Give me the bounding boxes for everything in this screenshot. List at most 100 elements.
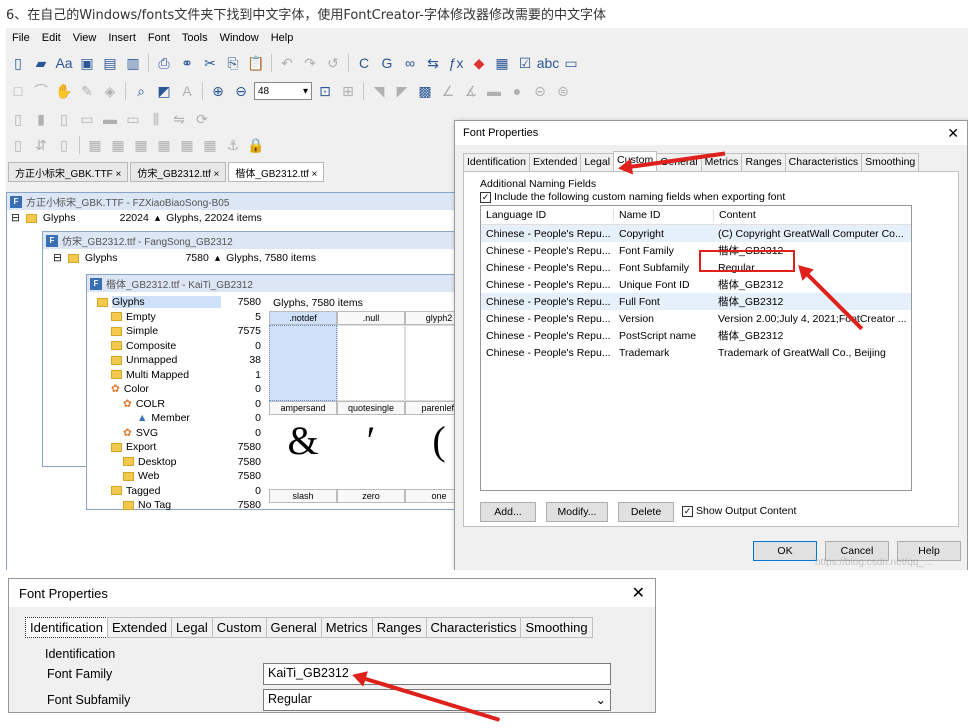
ellipse-icon[interactable]: ● (507, 81, 527, 101)
save-all-icon[interactable]: ▤ (100, 53, 120, 73)
triangle-icon[interactable]: ◥ (369, 81, 389, 101)
zoom-select[interactable]: 48 ▾ (254, 82, 312, 100)
tree-row[interactable]: Multi Mapped 1 (93, 368, 261, 383)
tree-row[interactable]: Simple 7575 (93, 324, 261, 339)
line-icon[interactable]: ∠ (438, 81, 458, 101)
glyph-preview[interactable]: ′ (337, 417, 405, 464)
forward-icon[interactable]: ⊜ (553, 81, 573, 101)
glyph-cell-header[interactable]: .null (337, 311, 405, 325)
tree-row[interactable]: No Tag 7580 (93, 498, 261, 513)
tab-custom[interactable]: Custom (211, 617, 267, 638)
page-icon[interactable]: ▯ (8, 135, 28, 155)
zoom-window-icon[interactable]: ⊞ (338, 81, 358, 101)
tree-row[interactable]: ▲ Member 0 (93, 411, 261, 426)
tab-kaiti[interactable]: 楷体_GB2312.ttf × (228, 162, 325, 182)
list-item[interactable]: Chinese - People's Repu... Full Font 楷体_GB… (481, 293, 911, 310)
tab-legal[interactable]: Legal (170, 617, 213, 638)
font-icon[interactable]: Aa (54, 53, 74, 73)
fx-icon[interactable]: ƒx (446, 53, 466, 73)
grid3-icon[interactable]: ▦ (131, 135, 151, 155)
rect-icon[interactable]: □ (8, 81, 28, 101)
close-icon[interactable]: ✕ (947, 125, 959, 142)
align-top-icon[interactable]: ▭ (77, 109, 97, 129)
transform-icon[interactable]: ⇆ (423, 53, 443, 73)
tree-row[interactable]: Export 7580 (93, 440, 261, 455)
grid-icon[interactable]: ▦ (85, 135, 105, 155)
link-icon[interactable]: ∞ (400, 53, 420, 73)
glyph-cell-header[interactable]: glyph2 (405, 311, 459, 325)
fit-icon[interactable]: ⊡ (315, 81, 335, 101)
grid4-icon[interactable]: ▦ (154, 135, 174, 155)
collapse-icon[interactable]: ⊟ (53, 252, 62, 264)
glyph-cell-header[interactable]: slash (269, 489, 337, 503)
menu-edit[interactable]: Edit (36, 32, 67, 44)
zoom-out-icon[interactable]: ⊖ (231, 81, 251, 101)
grid2-icon[interactable]: ▦ (108, 135, 128, 155)
menu-help[interactable]: Help (265, 32, 300, 44)
document-icon[interactable]: ▯ (54, 135, 74, 155)
glyph-g-icon[interactable]: G (377, 53, 397, 73)
ok-button[interactable]: OK (753, 541, 817, 561)
distribute-icon[interactable]: ⫼ (146, 109, 166, 129)
test-icon[interactable]: ▭ (561, 53, 581, 73)
tree-row[interactable]: Glyphs 7580 (93, 295, 261, 310)
tree-row[interactable]: ✿ COLR 0 (93, 397, 261, 412)
sort-up-icon[interactable]: ▴ (155, 212, 160, 224)
list-item[interactable]: Chinese - People's Repu... Copyright (C) C… (481, 225, 911, 242)
tree-node-label[interactable]: Glyphs (43, 212, 103, 224)
new-icon[interactable]: ▯ (8, 53, 28, 73)
menu-tools[interactable]: Tools (176, 32, 214, 44)
copy-icon[interactable]: ⎘ (223, 53, 243, 73)
tree-node-label[interactable]: Glyphs (85, 252, 175, 264)
align-right-icon[interactable]: ▯ (54, 109, 74, 129)
menu-file[interactable]: File (6, 32, 36, 44)
lock-icon[interactable]: 🔒 (246, 135, 266, 155)
back-icon[interactable]: ⊝ (530, 81, 550, 101)
tab-ranges[interactable]: Ranges (371, 617, 427, 638)
tab-legal[interactable]: Legal (580, 153, 615, 171)
metrics-tool-icon[interactable]: ◩ (154, 81, 174, 101)
zoom-tool-icon[interactable]: ⌕ (131, 81, 151, 101)
glyph-cell-header[interactable]: zero (337, 489, 405, 503)
close-icon[interactable]: ✕ (632, 583, 645, 603)
delete-button[interactable]: Delete (618, 502, 674, 522)
glyph-preview[interactable]: & (269, 417, 337, 464)
tree-row[interactable]: Desktop 7580 (93, 455, 261, 470)
flip-icon[interactable]: ⇋ (169, 109, 189, 129)
tab-extended[interactable]: Extended (107, 617, 172, 638)
rotate-icon[interactable]: ⟳ (192, 109, 212, 129)
modify-button[interactable]: Modify... (546, 502, 608, 522)
menu-view[interactable]: View (67, 32, 103, 44)
tab-characteristics[interactable]: Characteristics (784, 153, 863, 171)
tab-identification[interactable]: Identification (25, 617, 108, 638)
glyph-cell-header[interactable]: quotesingle (337, 401, 405, 415)
glyph-cell-selected[interactable] (269, 325, 337, 401)
list-item[interactable]: Chinese - People's Repu... Font Family 楷体_… (481, 242, 911, 259)
curve-icon[interactable]: ∡ (461, 81, 481, 101)
menu-font[interactable]: Font (142, 32, 176, 44)
image-icon[interactable]: ▩ (415, 81, 435, 101)
sort-up-icon[interactable]: ▴ (215, 252, 220, 264)
column-header[interactable]: Content (713, 209, 911, 221)
list-item[interactable]: Chinese - People's Repu... Unique Font ID… (481, 276, 911, 293)
refresh-icon[interactable]: ↺ (323, 53, 343, 73)
align-bottom-icon[interactable]: ▭ (123, 109, 143, 129)
print-icon[interactable]: ⎙ (154, 53, 174, 73)
save-icon[interactable]: ▣ (77, 53, 97, 73)
tab-identification[interactable]: Identification (463, 153, 530, 171)
tree-row[interactable]: Empty 5 (93, 310, 261, 325)
save-as-icon[interactable]: ▥ (123, 53, 143, 73)
pen-icon[interactable]: ✎ (77, 81, 97, 101)
tree-row[interactable]: ✿ Color 0 (93, 382, 261, 397)
paste-icon[interactable]: 📋 (246, 53, 266, 73)
rectangle-icon[interactable]: ▬ (484, 81, 504, 101)
tree-row[interactable]: Tagged 0 (93, 484, 261, 499)
properties-icon[interactable]: ▦ (492, 53, 512, 73)
tree-row[interactable]: Web 7580 (93, 469, 261, 484)
triangle2-icon[interactable]: ◤ (392, 81, 412, 101)
eraser-icon[interactable]: ◆ (469, 53, 489, 73)
column-header[interactable]: Name ID (613, 209, 713, 221)
glyph-cell-header[interactable]: .notdef (269, 311, 337, 325)
glyph-cell[interactable] (337, 325, 405, 401)
sort-icon[interactable]: ⇵ (31, 135, 51, 155)
